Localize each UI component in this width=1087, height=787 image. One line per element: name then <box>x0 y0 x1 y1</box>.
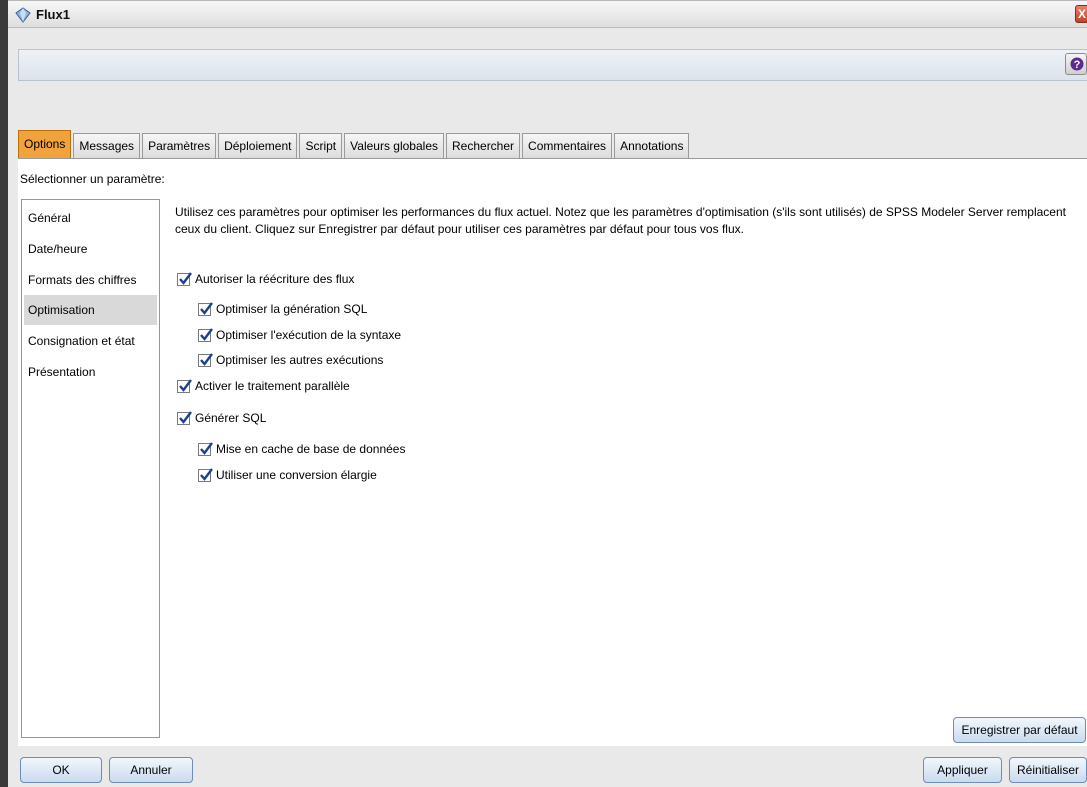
options-panel <box>18 159 1087 746</box>
stream-diamond-icon <box>15 7 31 23</box>
checkmark-icon <box>179 378 192 392</box>
checkbox-execution-syntaxe[interactable] <box>198 327 213 342</box>
tab-options[interactable]: Options <box>18 130 72 158</box>
checkmark-icon <box>179 271 192 285</box>
save-default-button[interactable]: Enregistrer par défaut <box>953 717 1086 743</box>
checkmark-icon <box>200 467 213 481</box>
checkbox-label: Mise en cache de base de données <box>216 442 406 456</box>
cancel-button[interactable]: Annuler <box>109 757 193 783</box>
tab-parametres[interactable]: Paramètres <box>142 133 217 158</box>
list-item-optimisation[interactable]: Optimisation <box>24 295 157 325</box>
select-setting-label: Sélectionner un paramètre: <box>20 172 165 186</box>
checkbox-label: Générer SQL <box>195 411 267 425</box>
ok-button[interactable]: OK <box>20 757 102 783</box>
checkbox-traitement-parallele[interactable] <box>177 378 192 393</box>
checkbox-label: Autoriser la réécriture des flux <box>195 272 355 286</box>
settings-list[interactable]: Général Date/heure Formats des chiffres … <box>21 199 160 738</box>
apply-button[interactable]: Appliquer <box>923 757 1002 783</box>
checkbox-generation-sql[interactable] <box>198 301 213 316</box>
list-item-consignation[interactable]: Consignation et état <box>24 326 157 356</box>
checkbox-cache-base-donnees[interactable] <box>198 441 213 456</box>
checkbox-conversion-elargie[interactable] <box>198 467 213 482</box>
title-bar: Flux1 <box>8 0 1087 28</box>
checkbox-label: Utiliser une conversion élargie <box>216 468 377 482</box>
question-mark-help-icon: ? <box>1070 57 1084 71</box>
checkmark-icon <box>200 301 213 315</box>
checkbox-label: Activer le traitement parallèle <box>195 379 350 393</box>
checkmark-icon <box>200 352 213 366</box>
checkmark-icon <box>200 327 213 341</box>
checkbox-row-traitement-parallele[interactable]: Activer le traitement parallèle <box>177 378 350 394</box>
close-button[interactable]: X <box>1075 5 1087 23</box>
tab-valeurs-globales[interactable]: Valeurs globales <box>344 133 444 158</box>
checkbox-row-generer-sql[interactable]: Générer SQL <box>177 410 266 426</box>
reset-button[interactable]: Réinitialiser <box>1009 757 1087 783</box>
checkbox-label: Optimiser les autres exécutions <box>216 353 384 367</box>
tab-commentaires[interactable]: Commentaires <box>522 133 613 158</box>
window-left-border <box>0 0 8 787</box>
list-item-general[interactable]: Général <box>24 203 157 233</box>
tab-rechercher[interactable]: Rechercher <box>446 133 521 158</box>
toolbar-band <box>18 49 1087 81</box>
checkbox-reecriture-flux[interactable] <box>177 271 192 286</box>
tab-annotations[interactable]: Annotations <box>614 133 690 158</box>
checkbox-label: Optimiser l'exécution de la syntaxe <box>216 328 402 342</box>
list-item-date-heure[interactable]: Date/heure <box>24 234 157 264</box>
checkmark-icon <box>179 410 192 424</box>
checkbox-label: Optimiser la génération SQL <box>216 302 368 316</box>
tab-deploiement[interactable]: Déploiement <box>218 133 298 158</box>
window-title: Flux1 <box>36 7 70 22</box>
svg-text:?: ? <box>1074 59 1081 71</box>
checkbox-generer-sql[interactable] <box>177 410 192 425</box>
list-item-formats-chiffres[interactable]: Formats des chiffres <box>24 265 157 295</box>
checkbox-row-cache-base-donnees[interactable]: Mise en cache de base de données <box>198 441 405 457</box>
tab-script[interactable]: Script <box>299 133 343 158</box>
checkbox-row-reecriture-flux[interactable]: Autoriser la réécriture des flux <box>177 271 354 287</box>
list-item-presentation[interactable]: Présentation <box>24 357 157 387</box>
optimization-description: Utilisez ces paramètres pour optimiser l… <box>175 205 1066 236</box>
close-icon: X <box>1078 7 1087 21</box>
tab-messages[interactable]: Messages <box>73 133 141 158</box>
checkbox-row-generation-sql[interactable]: Optimiser la génération SQL <box>198 301 367 317</box>
checkbox-autres-executions[interactable] <box>198 352 213 367</box>
checkbox-row-autres-executions[interactable]: Optimiser les autres exécutions <box>198 352 383 368</box>
tab-bar: Options Messages Paramètres Déploiement … <box>18 130 691 158</box>
checkmark-icon <box>200 441 213 455</box>
checkbox-row-conversion-elargie[interactable]: Utiliser une conversion élargie <box>198 467 377 483</box>
checkbox-row-execution-syntaxe[interactable]: Optimiser l'exécution de la syntaxe <box>198 327 401 343</box>
help-button[interactable]: ? <box>1065 53 1087 75</box>
